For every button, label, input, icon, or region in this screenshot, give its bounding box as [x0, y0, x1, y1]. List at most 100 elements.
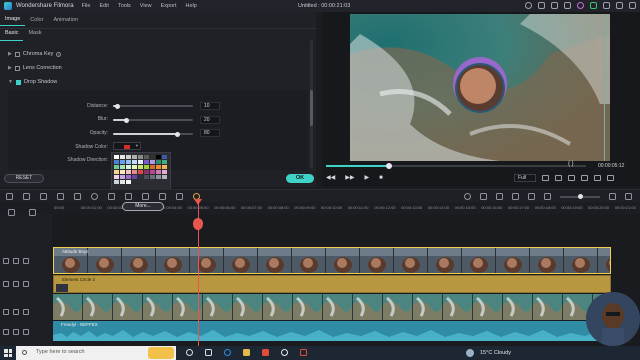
- section-drop-shadow[interactable]: ▼ Drop Shadow: [8, 77, 57, 87]
- mail-icon[interactable]: [564, 2, 571, 9]
- crop-icon[interactable]: [74, 193, 81, 200]
- palette-swatch[interactable]: [138, 155, 143, 159]
- menu-export[interactable]: Export: [161, 3, 177, 9]
- app-icon[interactable]: [300, 349, 307, 356]
- menu-view[interactable]: View: [140, 3, 152, 9]
- palette-swatch[interactable]: [132, 170, 137, 174]
- render-icon[interactable]: [464, 193, 471, 200]
- speaker-icon[interactable]: [23, 329, 29, 335]
- distance-value[interactable]: 10: [200, 102, 220, 110]
- menu-tools[interactable]: Tools: [118, 3, 131, 9]
- palette-swatch[interactable]: [126, 180, 131, 184]
- user-icon[interactable]: [538, 2, 545, 9]
- palette-swatch[interactable]: [114, 180, 119, 184]
- palette-swatch[interactable]: [120, 175, 125, 179]
- lock-icon[interactable]: [13, 309, 19, 315]
- ok-button[interactable]: OK: [286, 174, 314, 183]
- distance-slider[interactable]: [113, 103, 193, 109]
- palette-swatch[interactable]: [120, 165, 125, 169]
- palette-swatch[interactable]: [120, 155, 125, 159]
- blur-slider[interactable]: [113, 117, 193, 123]
- purchase-icon[interactable]: [577, 2, 584, 9]
- palette-swatch[interactable]: [132, 160, 137, 164]
- tab-image[interactable]: Image: [0, 16, 26, 26]
- palette-swatch[interactable]: [150, 170, 155, 174]
- opacity-slider[interactable]: [113, 131, 193, 137]
- section-lens-correction[interactable]: ▶ Lens Correction: [8, 63, 62, 73]
- palette-swatch[interactable]: [156, 170, 161, 174]
- more-button[interactable]: More...: [122, 202, 164, 211]
- fullscreen-icon[interactable]: [581, 175, 588, 181]
- audio-icon[interactable]: [142, 193, 149, 200]
- video-clip-attitude-boys[interactable]: Attitude Boys: [53, 247, 611, 274]
- stabilize-icon[interactable]: [193, 193, 200, 200]
- palette-swatch[interactable]: [156, 175, 161, 179]
- maximize-icon[interactable]: [616, 2, 623, 9]
- palette-swatch[interactable]: [126, 175, 131, 179]
- close-icon[interactable]: [629, 2, 636, 9]
- lightbulb-icon[interactable]: [525, 2, 532, 9]
- audio-clip-freedyl[interactable]: Freedyl - NEFFEX: [53, 321, 611, 341]
- palette-swatch[interactable]: [126, 165, 131, 169]
- mark-in-out[interactable]: { }: [568, 161, 574, 167]
- tab-color[interactable]: Color: [25, 17, 48, 26]
- marker-icon[interactable]: [480, 193, 487, 200]
- palette-swatch[interactable]: [150, 175, 155, 179]
- progress-knob[interactable]: [386, 163, 392, 169]
- windows-start-icon[interactable]: [4, 349, 12, 357]
- timeline-ruler[interactable]: 00:0000:00:01:0000:00:02:0000:00:03:0000…: [0, 202, 640, 214]
- info-icon[interactable]: i: [56, 51, 62, 57]
- preview-progress-bar[interactable]: [326, 163, 586, 169]
- zoom-slider[interactable]: [560, 193, 600, 199]
- chrome-icon[interactable]: [281, 349, 288, 356]
- palette-swatch[interactable]: [162, 165, 167, 169]
- palette-swatch[interactable]: [114, 170, 119, 174]
- palette-swatch[interactable]: [156, 155, 161, 159]
- adjust-icon[interactable]: [125, 193, 132, 200]
- play-icon[interactable]: ▶▶: [345, 174, 354, 181]
- blur-slider-knob[interactable]: [124, 117, 129, 123]
- redo-icon[interactable]: [23, 193, 30, 200]
- palette-swatch[interactable]: [120, 160, 125, 164]
- stop-icon[interactable]: ■: [379, 175, 383, 181]
- distance-slider-knob[interactable]: [115, 103, 120, 109]
- zoom-in-icon[interactable]: [609, 193, 616, 200]
- palette-swatch[interactable]: [126, 170, 131, 174]
- expand-icon[interactable]: [607, 175, 614, 181]
- cart-icon[interactable]: [551, 2, 558, 9]
- palette-swatch[interactable]: [162, 175, 167, 179]
- tab-mask[interactable]: Mask: [23, 30, 46, 41]
- download-icon[interactable]: [590, 2, 597, 9]
- eye-icon[interactable]: [23, 309, 29, 315]
- delete-icon[interactable]: [40, 193, 47, 200]
- taskbar-search[interactable]: Type here to search: [16, 346, 176, 360]
- palette-swatch[interactable]: [114, 175, 119, 179]
- play-button-icon[interactable]: ▶: [364, 174, 369, 181]
- palette-swatch[interactable]: [120, 180, 125, 184]
- palette-swatch[interactable]: [162, 155, 167, 159]
- palette-swatch[interactable]: [150, 155, 155, 159]
- blur-value[interactable]: 20: [200, 116, 220, 124]
- grid-apps-icon[interactable]: [205, 349, 212, 356]
- palette-swatch[interactable]: [126, 155, 131, 159]
- palette-swatch[interactable]: [144, 160, 149, 164]
- palette-swatch[interactable]: [132, 175, 137, 179]
- minimize-icon[interactable]: [603, 2, 610, 9]
- previous-frame-icon[interactable]: ◀◀: [326, 174, 335, 181]
- add-track-icon[interactable]: [8, 209, 15, 216]
- palette-swatch[interactable]: [156, 160, 161, 164]
- palette-swatch[interactable]: [120, 170, 125, 174]
- fit-icon[interactable]: [625, 193, 632, 200]
- palette-swatch[interactable]: [144, 165, 149, 169]
- palette-swatch[interactable]: [138, 160, 143, 164]
- screen-icon[interactable]: [542, 175, 549, 181]
- quality-dropdown[interactable]: Full: [514, 174, 536, 182]
- palette-swatch[interactable]: [138, 170, 143, 174]
- file-explorer-icon[interactable]: [243, 349, 250, 356]
- palette-swatch[interactable]: [144, 175, 149, 179]
- lens-correction-checkbox[interactable]: [14, 65, 20, 71]
- lock-icon[interactable]: [13, 329, 19, 335]
- shadow-color-picker[interactable]: ▾: [113, 142, 141, 150]
- eye-icon[interactable]: [23, 281, 29, 287]
- edge-browser-icon[interactable]: [224, 349, 231, 356]
